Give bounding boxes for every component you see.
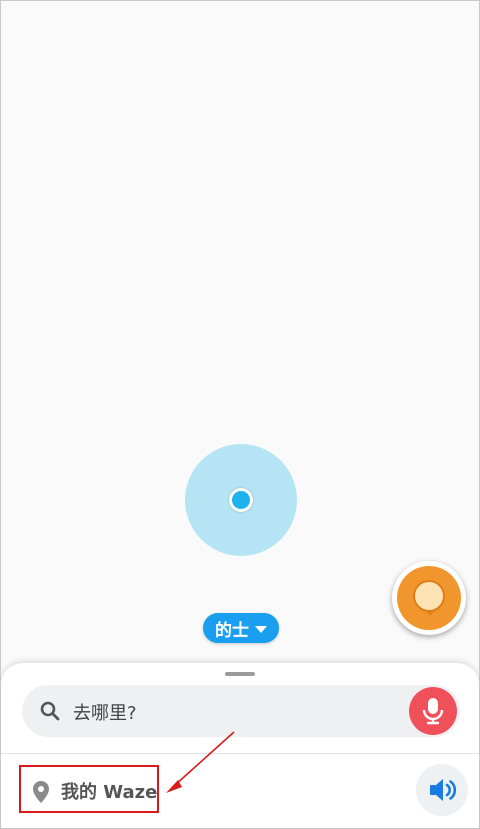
screen-frame xyxy=(0,0,480,829)
